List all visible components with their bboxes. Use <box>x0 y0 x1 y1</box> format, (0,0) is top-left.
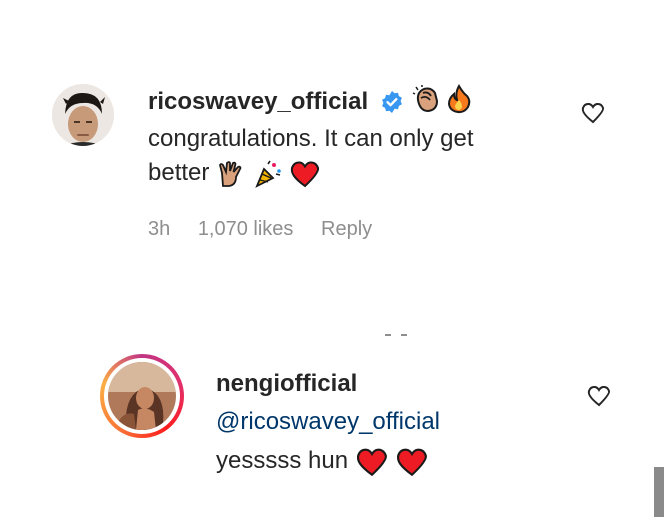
avatar[interactable] <box>108 362 176 430</box>
scrollbar-thumb[interactable] <box>654 467 664 517</box>
vulcan-salute-icon <box>216 159 246 189</box>
fire-icon <box>444 83 474 119</box>
comment-text-line: yesssss hun <box>216 444 429 478</box>
red-heart-icon <box>395 446 429 478</box>
comment-text: yesssss hun <box>216 447 349 474</box>
comment-username[interactable]: nengiofficial <box>216 370 357 398</box>
divider <box>401 334 407 336</box>
party-popper-icon <box>253 159 283 189</box>
reply-button[interactable]: Reply <box>321 218 372 240</box>
comment-text-line-1: congratulations. It can only get <box>148 125 474 152</box>
mention-link[interactable]: @ricoswavey_official <box>216 405 440 439</box>
red-heart-icon <box>289 159 321 189</box>
comment-username[interactable]: ricoswavey_official <box>148 88 368 116</box>
verified-badge-icon <box>380 90 404 119</box>
comment-text-line-2: better <box>148 156 321 190</box>
like-heart-icon[interactable] <box>580 100 606 126</box>
comment-meta: 3h 1,070 likes Reply <box>148 218 394 241</box>
comment-text: better <box>148 159 210 186</box>
like-heart-icon[interactable] <box>586 383 612 409</box>
avatar-ring-gap <box>104 358 180 434</box>
timestamp[interactable]: 3h <box>148 218 170 240</box>
clapping-hands-icon <box>412 84 442 119</box>
divider <box>385 334 391 336</box>
likes-count[interactable]: 1,070 likes <box>198 218 294 240</box>
avatar-story-ring[interactable] <box>100 354 184 438</box>
avatar[interactable] <box>52 84 114 146</box>
red-heart-icon <box>355 446 389 478</box>
